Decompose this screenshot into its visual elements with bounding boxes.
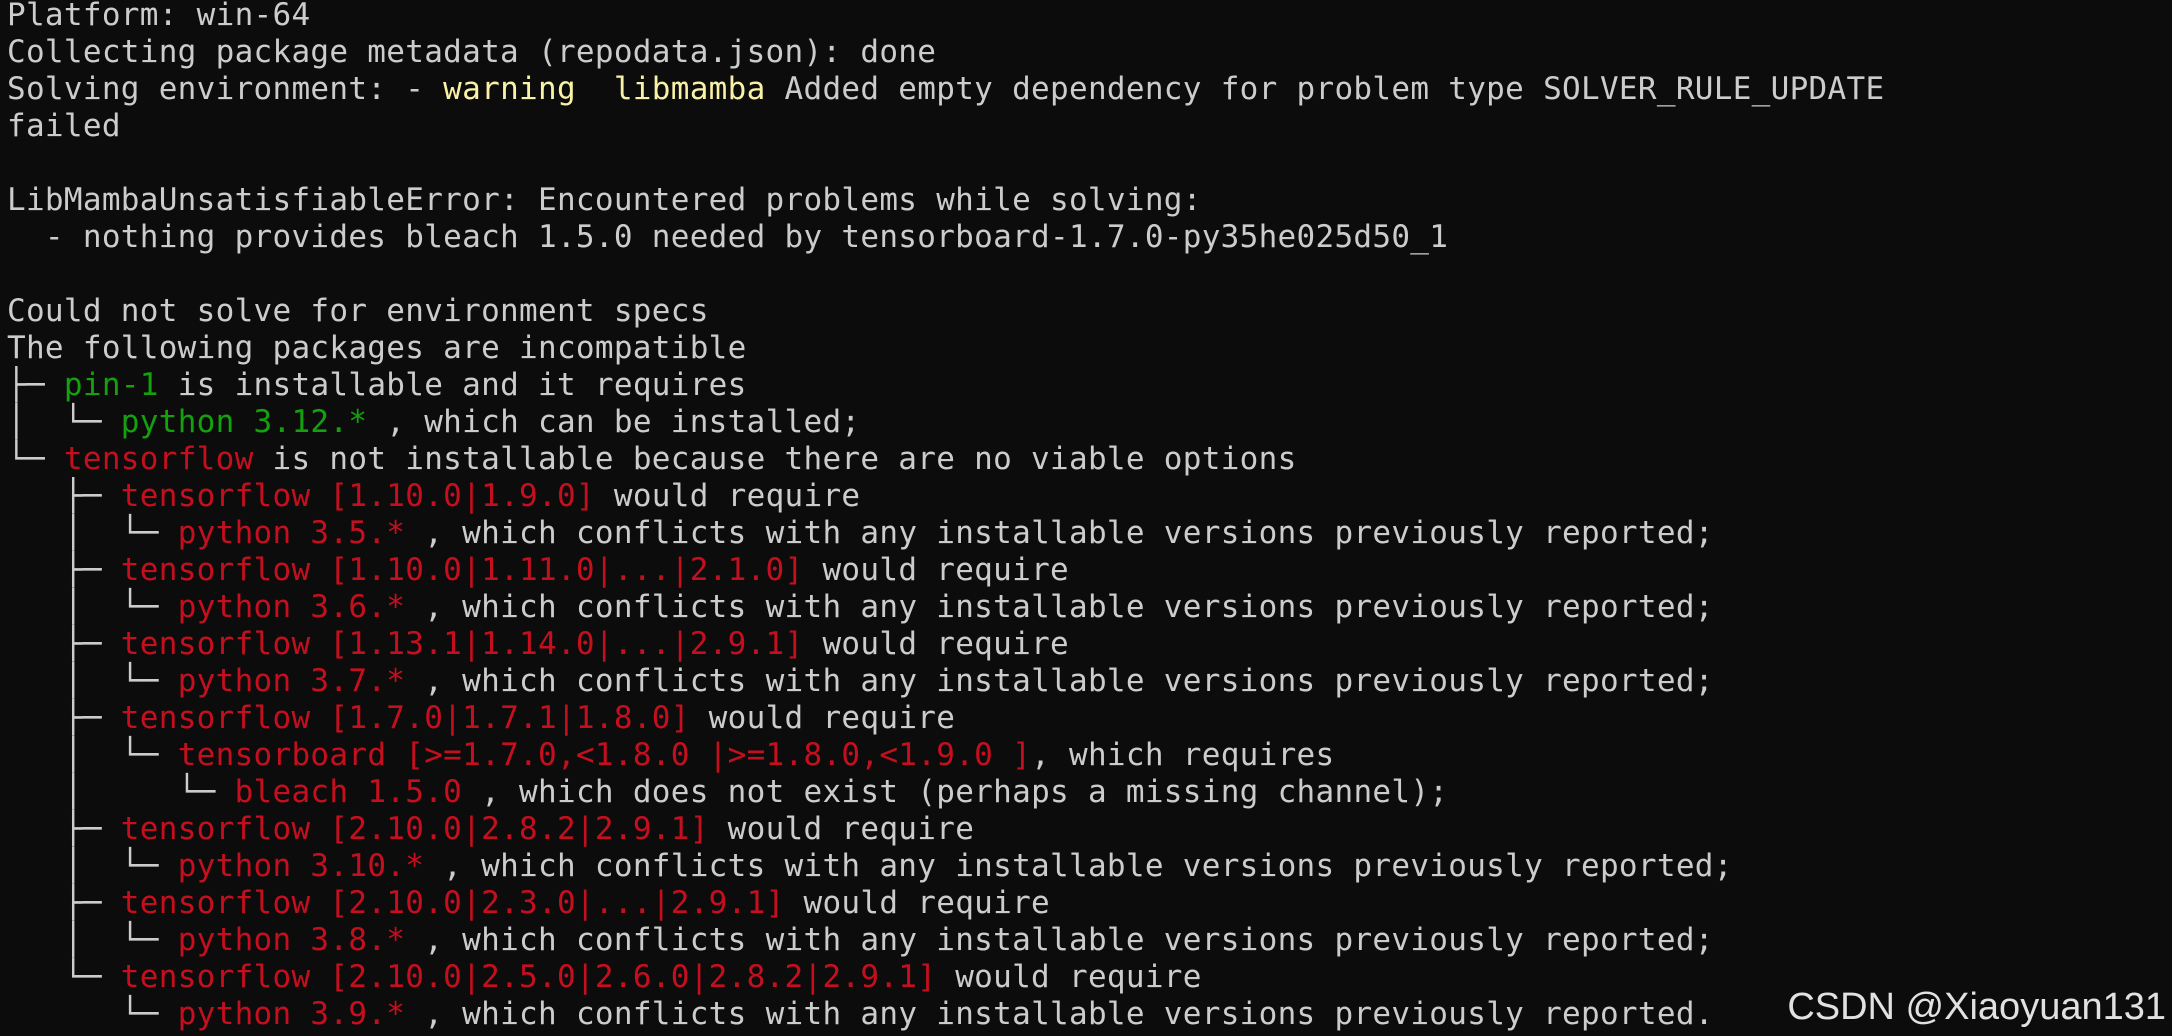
terminal-line: Solving environment: - warning libmamba … (7, 71, 2172, 108)
terminal-text: │ └─ (7, 737, 178, 773)
terminal-text: , which conflicts with any installable v… (424, 848, 1733, 884)
terminal-line: ├─ tensorflow [1.10.0|1.11.0|...|2.1.0] … (7, 552, 2172, 589)
terminal-text: LibMambaUnsatisfiableError: Encountered … (7, 182, 1202, 218)
terminal-text: │ └─ (7, 922, 178, 958)
unsatisfied-package: tensorflow [1.13.1|1.14.0|...|2.9.1] (120, 626, 804, 662)
terminal-text: - nothing provides bleach 1.5.0 needed b… (7, 219, 1449, 255)
terminal-line: ├─ pin-1 is installable and it requires (7, 367, 2172, 404)
terminal-text: ├─ (7, 367, 64, 403)
terminal-line: ├─ tensorflow [1.13.1|1.14.0|...|2.9.1] … (7, 626, 2172, 663)
terminal-line: │ └─ tensorboard [>=1.7.0,<1.8.0 |>=1.8.… (7, 737, 2172, 774)
warning-text: warning libmamba (443, 71, 766, 107)
terminal-text: would require (708, 811, 975, 847)
terminal-text: ├─ (7, 552, 121, 588)
terminal-text: └─ (7, 996, 178, 1032)
terminal-window[interactable]: Platform: win-64 Collecting package metad… (0, 0, 2172, 1036)
unsatisfied-package: tensorflow (63, 441, 254, 477)
terminal-text: , which conflicts with any installable v… (405, 663, 1714, 699)
terminal-line: │ └─ python 3.7.* , which conflicts with… (7, 663, 2172, 700)
terminal-text: └─ (7, 959, 121, 995)
terminal-line: │ └─ bleach 1.5.0 , which does not exist… (7, 774, 2172, 811)
terminal-line: │ └─ python 3.5.* , which conflicts with… (7, 515, 2172, 552)
unsatisfied-package: tensorflow [2.10.0|2.5.0|2.6.0|2.8.2|2.9… (120, 959, 937, 995)
terminal-text: └─ (7, 441, 64, 477)
terminal-text: ├─ (7, 478, 121, 514)
terminal-text: would require (689, 700, 956, 736)
terminal-text: , which conflicts with any installable v… (405, 922, 1714, 958)
terminal-line: Could not solve for environment specs (7, 293, 2172, 330)
terminal-line: ├─ tensorflow [1.10.0|1.9.0] would requi… (7, 478, 2172, 515)
unsatisfied-package: python 3.7.* (177, 663, 406, 699)
terminal-text: Could not solve for environment specs (7, 293, 709, 329)
unsatisfied-package: tensorflow [2.10.0|2.8.2|2.9.1] (120, 811, 709, 847)
terminal-text: is installable and it requires (158, 367, 747, 403)
terminal-line: LibMambaUnsatisfiableError: Encountered … (7, 182, 2172, 219)
terminal-text: would require (594, 478, 861, 514)
terminal-line: ├─ tensorflow [2.10.0|2.8.2|2.9.1] would… (7, 811, 2172, 848)
terminal-line: └─ tensorflow is not installable because… (7, 441, 2172, 478)
terminal-text: failed (7, 108, 121, 144)
installable-package: python 3.12.* (120, 404, 368, 440)
terminal-line: │ └─ python 3.8.* , which conflicts with… (7, 922, 2172, 959)
unsatisfied-package: python 3.10.* (177, 848, 425, 884)
terminal-line: │ └─ python 3.12.* , which can be instal… (7, 404, 2172, 441)
terminal-text: │ └─ (7, 663, 178, 699)
unsatisfied-package: bleach 1.5.0 (234, 774, 463, 810)
terminal-line: ├─ tensorflow [2.10.0|2.3.0|...|2.9.1] w… (7, 885, 2172, 922)
terminal-line: - nothing provides bleach 1.5.0 needed b… (7, 219, 2172, 256)
csdn-watermark: CSDN @Xiaoyuan131 (1787, 986, 2166, 1028)
unsatisfied-package: tensorflow [1.10.0|1.9.0] (120, 478, 595, 514)
terminal-text: │ └─ (7, 774, 235, 810)
terminal-line: Collecting package metadata (repodata.js… (7, 34, 2172, 71)
terminal-line: The following packages are incompatible (7, 330, 2172, 367)
terminal-text: │ └─ (7, 515, 178, 551)
terminal-text: , which conflicts with any installable v… (405, 996, 1714, 1032)
terminal-text: would require (803, 626, 1069, 662)
terminal-line: │ └─ python 3.6.* , which conflicts with… (7, 589, 2172, 626)
terminal-text: , which conflicts with any installable v… (405, 589, 1714, 625)
terminal-text: Solving environment: - (7, 71, 444, 107)
terminal-line: │ └─ python 3.10.* , which conflicts wit… (7, 848, 2172, 885)
terminal-text: ├─ (7, 626, 121, 662)
terminal-output: Platform: win-64 Collecting package metad… (7, 0, 2172, 1033)
terminal-text: The following packages are incompatible (7, 330, 747, 366)
unsatisfied-package: python 3.5.* (177, 515, 406, 551)
unsatisfied-package: python 3.9.* (177, 996, 406, 1032)
terminal-line: ├─ tensorflow [1.7.0|1.7.1|1.8.0] would … (7, 700, 2172, 737)
terminal-text: ├─ (7, 885, 121, 921)
terminal-text: │ └─ (7, 848, 178, 884)
installable-package: pin-1 (63, 367, 159, 403)
unsatisfied-package: python 3.8.* (177, 922, 406, 958)
terminal-text: , which does not exist (perhaps a missin… (462, 774, 1449, 810)
unsatisfied-package: python 3.6.* (177, 589, 406, 625)
terminal-text: Added empty dependency for problem type … (765, 71, 1885, 107)
unsatisfied-package: tensorflow [1.10.0|1.11.0|...|2.1.0] (120, 552, 804, 588)
terminal-text: ├─ (7, 700, 121, 736)
terminal-text: would require (784, 885, 1051, 921)
terminal-line: failed (7, 108, 2172, 145)
terminal-text: , which can be installed; (367, 404, 861, 440)
unsatisfied-package: tensorboard [>=1.7.0,<1.8.0 |>=1.8.0,<1.… (177, 737, 1032, 773)
terminal-text: is not installable because there are no … (253, 441, 1297, 477)
terminal-text: , which conflicts with any installable v… (405, 515, 1714, 551)
terminal-text: Platform: win-64 (7, 0, 311, 33)
unsatisfied-package: tensorflow [1.7.0|1.7.1|1.8.0] (120, 700, 690, 736)
terminal-text: Collecting package metadata (repodata.js… (7, 34, 937, 70)
terminal-text: │ └─ (7, 404, 121, 440)
terminal-text: ├─ (7, 811, 121, 847)
terminal-text: would require (936, 959, 1202, 995)
unsatisfied-package: tensorflow [2.10.0|2.3.0|...|2.9.1] (120, 885, 785, 921)
terminal-line: Platform: win-64 (7, 0, 2172, 34)
terminal-text: would require (803, 552, 1069, 588)
terminal-text: │ └─ (7, 589, 178, 625)
terminal-text: , which requires (1031, 737, 1335, 773)
